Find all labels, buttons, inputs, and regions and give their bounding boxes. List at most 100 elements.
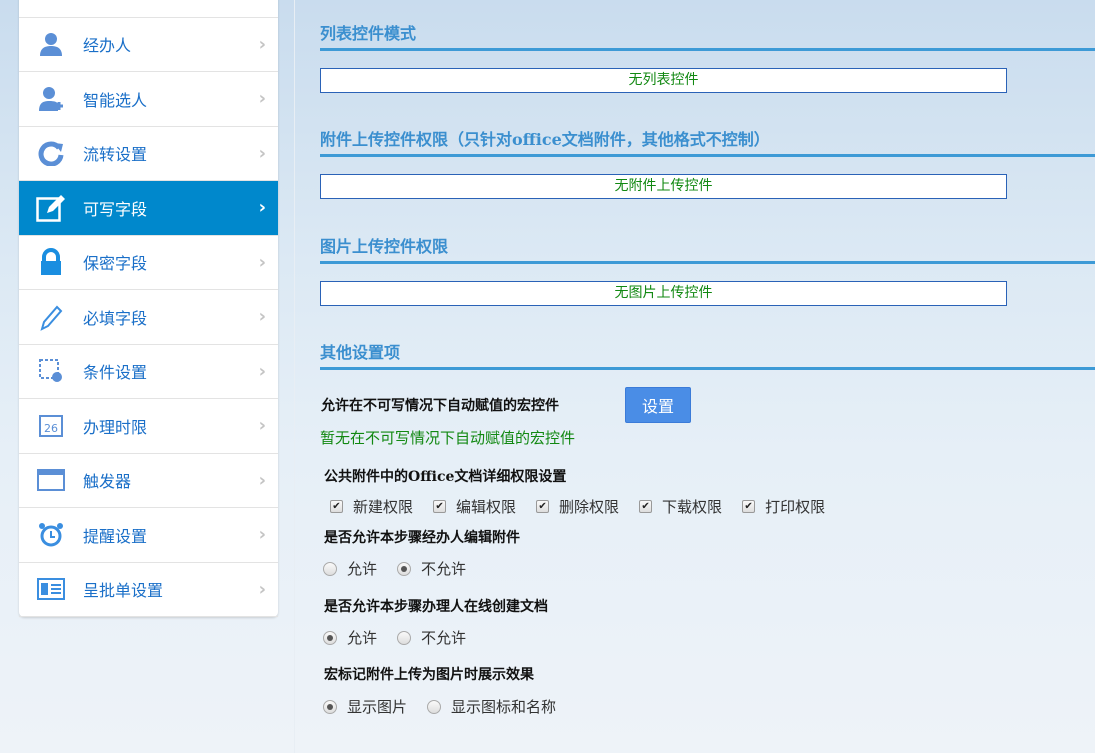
office-permission-checkbox[interactable]: ✔ 新建权限 — [330, 496, 413, 517]
q2-radio-group: 允许 不允许 — [323, 627, 486, 648]
radio-button[interactable] — [397, 630, 412, 645]
attachment-control-box: 无附件上传控件 — [320, 174, 1007, 199]
user-add-icon — [36, 84, 66, 114]
checkbox[interactable]: ✔ — [639, 500, 653, 513]
window-icon — [36, 465, 66, 495]
chevron-right-icon: › — [258, 142, 266, 164]
sidebar-item-label: 智能选人 — [83, 90, 148, 110]
checkbox-label: 下载权限 — [662, 498, 723, 516]
macro-label: 允许在不可写情况下自动赋值的宏控件 — [321, 398, 559, 414]
radio-label: 显示图片 — [347, 698, 408, 716]
radio-button[interactable] — [427, 699, 442, 714]
q3-label: 宏标记附件上传为图片时展示效果 — [324, 667, 534, 683]
sidebar-item-label: 可写字段 — [83, 199, 148, 219]
chevron-right-icon: › — [258, 415, 266, 437]
user-icon — [36, 29, 66, 59]
radio-button[interactable] — [323, 699, 337, 714]
svg-text:26: 26 — [44, 422, 58, 435]
section-image-control: 图片上传控件权限 — [320, 233, 1095, 264]
office-permission-checkbox[interactable]: ✔ 打印权限 — [742, 496, 825, 517]
radio-button[interactable] — [323, 630, 337, 645]
radio-label: 允许 — [347, 629, 378, 647]
divider — [294, 0, 295, 753]
sidebar-item[interactable] — [19, 0, 278, 18]
section-attachment-control: 附件上传控件权限（只针对office文档附件，其他格式不控制） — [320, 126, 1095, 157]
sidebar-item[interactable]: 提醒设置 › — [19, 508, 278, 563]
refresh-icon — [36, 138, 66, 168]
sidebar-item[interactable]: 触发器 › — [19, 454, 278, 508]
pencil-icon — [36, 302, 66, 332]
chevron-right-icon: › — [258, 197, 266, 219]
radio-option[interactable]: 不允许 — [397, 558, 466, 579]
lock-icon — [36, 247, 66, 277]
radio-label: 不允许 — [421, 560, 467, 578]
gear-icon — [36, 0, 66, 5]
sidebar-item[interactable]: 可写字段 › — [19, 181, 278, 236]
office-permission-checkbox[interactable]: ✔ 删除权限 — [536, 496, 619, 517]
radio-label: 允许 — [347, 560, 378, 578]
section-rule — [320, 367, 1095, 370]
sidebar-item-label: 呈批单设置 — [83, 581, 164, 601]
sidebar-item[interactable]: 流转设置 › — [19, 127, 278, 181]
radio-option[interactable]: 不允许 — [397, 627, 466, 648]
sidebar-item-label: 触发器 — [83, 472, 132, 492]
office-permissions-label: 公共附件中的Office文档详细权限设置 — [324, 469, 567, 485]
sidebar-item[interactable]: 条件设置 › — [19, 345, 278, 399]
checkbox-label: 新建权限 — [353, 498, 414, 516]
macro-empty-text: 暂无在不可写情况下自动赋值的宏控件 — [320, 429, 576, 447]
checkbox[interactable]: ✔ — [330, 500, 343, 513]
q1-radio-group: 允许 不允许 — [323, 558, 486, 579]
sidebar-item[interactable]: 经办人 › — [19, 18, 278, 72]
sidebar-item[interactable]: 智能选人 › — [19, 72, 278, 127]
section-other: 其他设置项 — [320, 339, 1095, 370]
sidebar: 经办人 › 智能选人 › 流转设置 › 可写字段 › 保密字段 › 必填字段 › 条件设置 › 26 办理时限… — [19, 0, 278, 617]
chevron-right-icon: › — [258, 88, 266, 110]
office-permission-checkbox[interactable]: ✔ 下载权限 — [639, 496, 722, 517]
image-control-box: 无图片上传控件 — [320, 281, 1007, 306]
section-rule — [320, 154, 1095, 157]
checkbox[interactable]: ✔ — [433, 500, 447, 513]
edit-icon — [36, 193, 66, 223]
radio-label: 显示图标和名称 — [451, 698, 557, 716]
checkbox[interactable]: ✔ — [536, 500, 550, 513]
sidebar-item[interactable]: 保密字段 › — [19, 236, 278, 290]
sidebar-item-label: 保密字段 — [83, 254, 148, 274]
radio-button[interactable] — [323, 561, 337, 576]
radio-button[interactable] — [397, 561, 412, 576]
checkbox-label: 打印权限 — [765, 498, 826, 516]
checkbox[interactable]: ✔ — [742, 500, 756, 513]
office-permission-checkbox[interactable]: ✔ 编辑权限 — [433, 496, 516, 517]
sidebar-item-label: 办理时限 — [83, 417, 148, 437]
section-title: 其他设置项 — [320, 343, 401, 362]
radio-option[interactable]: 允许 — [323, 627, 377, 648]
checkbox-label: 编辑权限 — [456, 498, 517, 516]
sidebar-item[interactable]: 呈批单设置 › — [19, 563, 278, 617]
radio-option[interactable]: 显示图片 — [323, 696, 407, 717]
form-icon — [36, 574, 66, 604]
sidebar-item-label: 提醒设置 — [83, 526, 148, 546]
section-title: 附件上传控件权限（只针对office文档附件，其他格式不控制） — [320, 130, 770, 149]
radio-label: 不允许 — [421, 629, 467, 647]
section-title: 列表控件模式 — [320, 24, 417, 43]
sidebar-item[interactable]: 26 办理时限 › — [19, 399, 278, 454]
radio-option[interactable]: 允许 — [323, 558, 377, 579]
chevron-right-icon: › — [258, 578, 266, 600]
sidebar-item-label: 必填字段 — [83, 308, 148, 328]
macro-settings-button[interactable]: 设置 — [625, 387, 691, 423]
chevron-right-icon: › — [258, 306, 266, 328]
q2-label: 是否允许本步骤办理人在线创建文档 — [324, 599, 548, 615]
chevron-right-icon: › — [258, 33, 266, 55]
q3-radio-group: 显示图片 显示图标和名称 — [323, 696, 576, 717]
calendar-icon: 26 — [36, 411, 66, 441]
chevron-right-icon: › — [258, 524, 266, 546]
sidebar-item[interactable]: 必填字段 › — [19, 290, 278, 345]
sidebar-item-label: 流转设置 — [83, 145, 148, 165]
section-title: 图片上传控件权限 — [320, 237, 449, 256]
alarm-icon — [36, 520, 66, 550]
section-rule — [320, 48, 1095, 51]
q1-label: 是否允许本步骤经办人编辑附件 — [324, 530, 520, 546]
radio-option[interactable]: 显示图标和名称 — [427, 696, 556, 717]
office-permissions: ✔ 新建权限 ✔ 编辑权限 ✔ 删除权限 ✔ 下载权限 ✔ 打印权限 — [330, 496, 845, 517]
section-rule — [320, 261, 1095, 264]
chevron-right-icon: › — [258, 360, 266, 382]
